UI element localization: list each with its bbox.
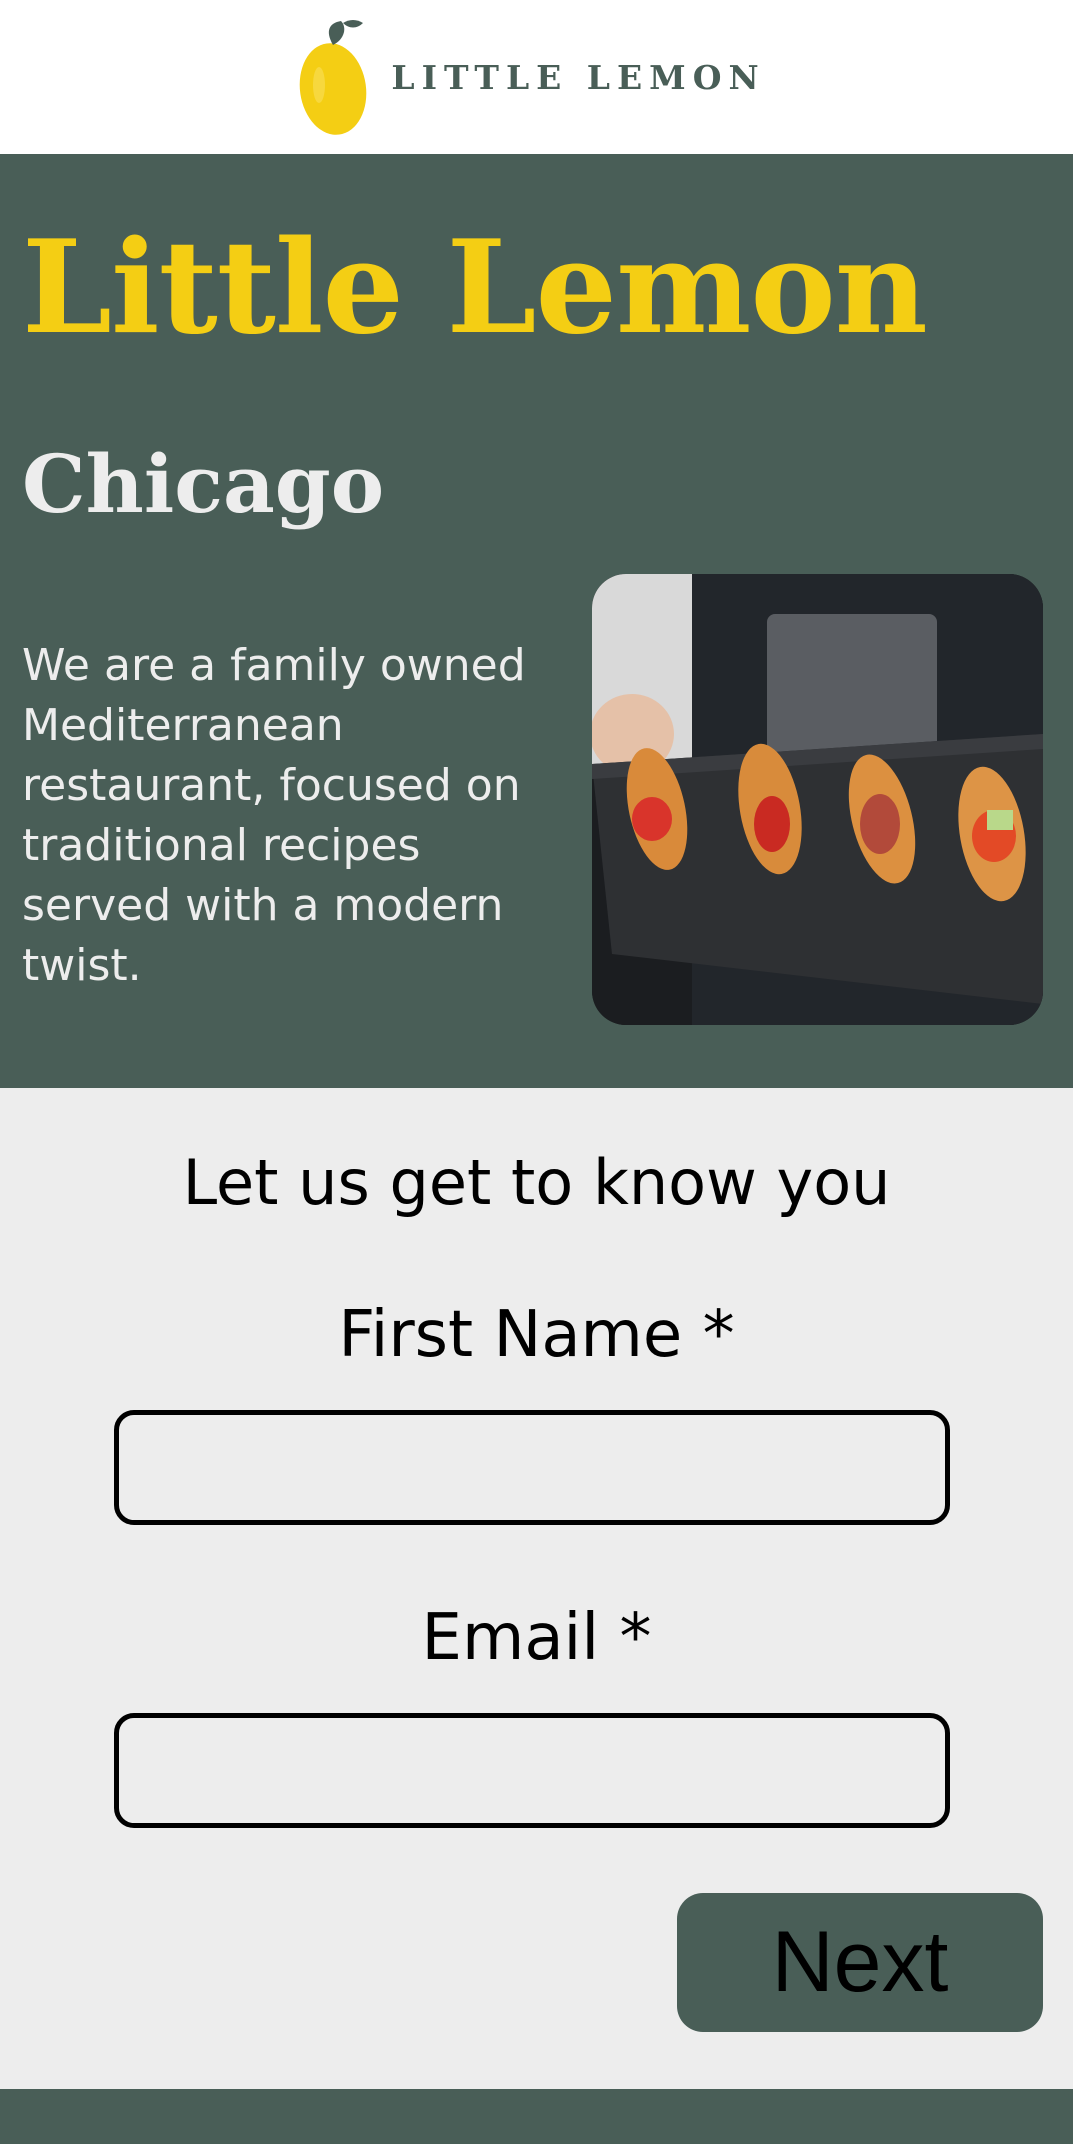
hero-description: We are a family owned Mediterranean rest… bbox=[22, 640, 526, 991]
footer-bar bbox=[0, 2089, 1073, 2144]
email-label: Email * bbox=[421, 1601, 652, 1675]
logo-text: LITTLE LEMON bbox=[391, 57, 766, 97]
next-button[interactable]: Next bbox=[677, 1893, 1043, 2032]
hero-image bbox=[592, 574, 1043, 1025]
email-input[interactable] bbox=[114, 1713, 950, 1828]
hero-title: Little Lemon bbox=[22, 213, 928, 363]
hero-section: Little Lemon Chicago We are a family own… bbox=[0, 154, 1073, 1088]
lemon-logo-icon bbox=[300, 20, 367, 135]
hero-subtitle: Chicago bbox=[22, 437, 385, 531]
first-name-label: First Name * bbox=[338, 1298, 735, 1372]
first-name-input[interactable] bbox=[114, 1410, 950, 1525]
logo: LITTLE LEMON bbox=[297, 15, 765, 139]
app-header: LITTLE LEMON bbox=[0, 0, 1073, 154]
form-heading: Let us get to know you bbox=[182, 1146, 891, 1219]
onboarding-form: Let us get to know you First Name * Emai… bbox=[0, 1088, 1073, 2089]
